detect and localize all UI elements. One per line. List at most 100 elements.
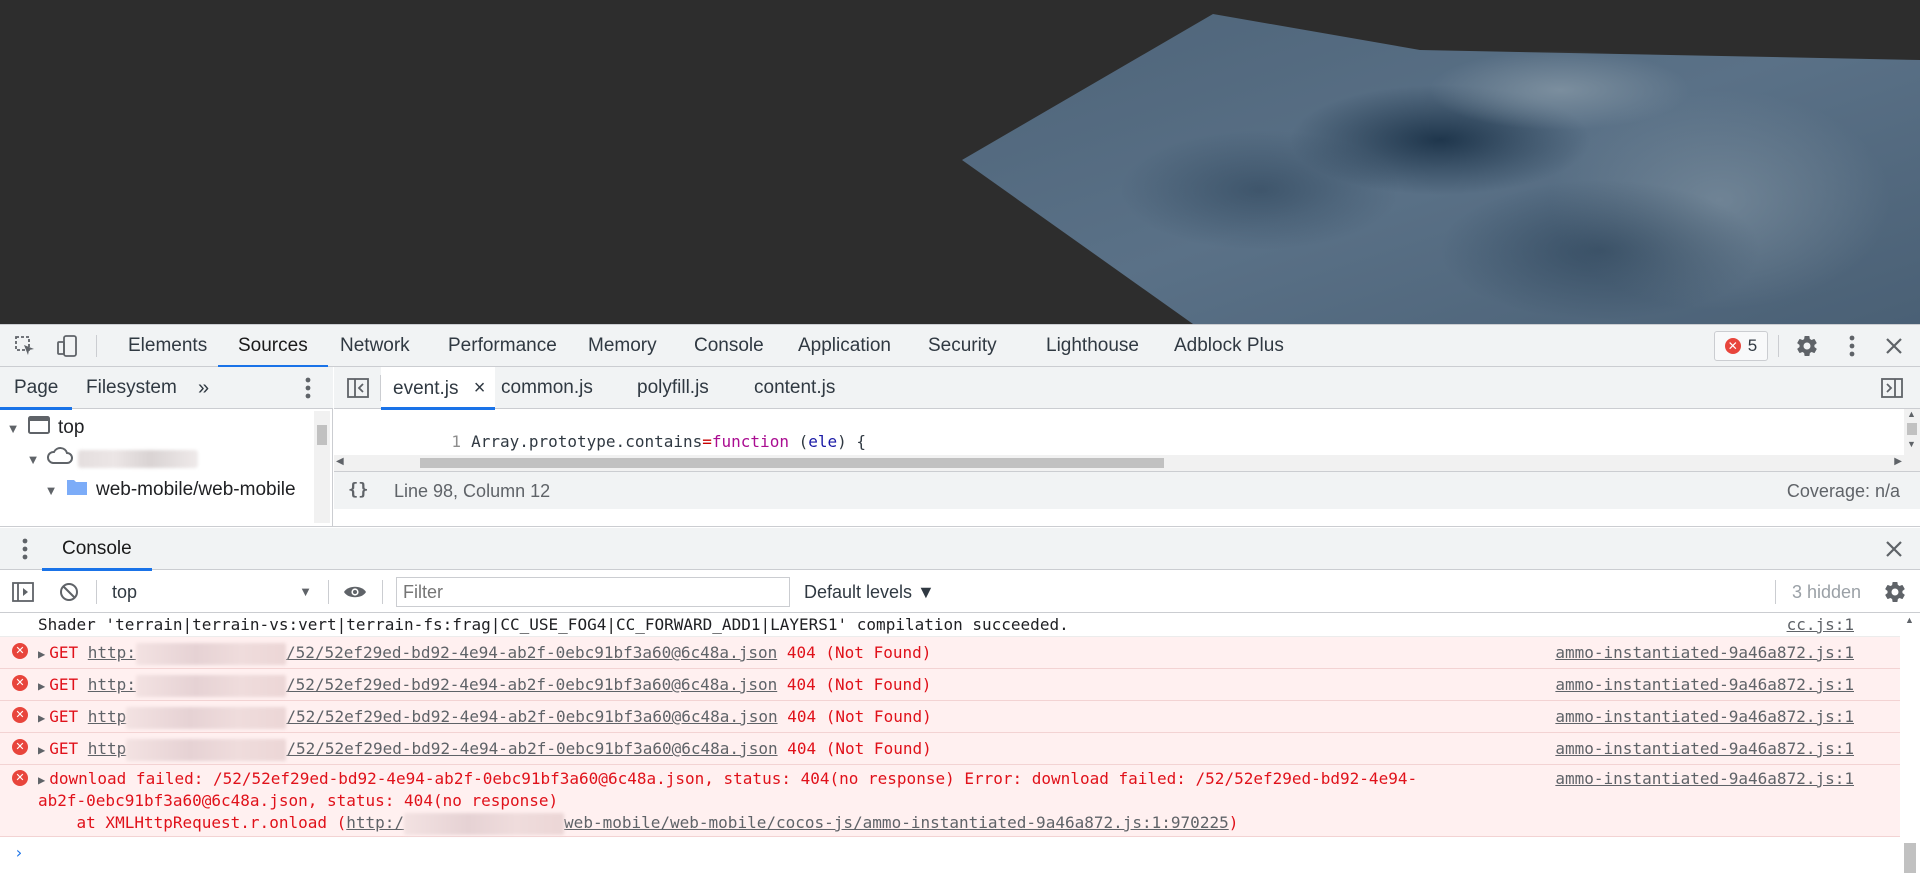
- tab-console[interactable]: Console: [690, 325, 768, 367]
- error-icon: ✕: [12, 675, 28, 691]
- scroll-right-icon[interactable]: ▶: [1894, 456, 1902, 467]
- tab-application[interactable]: Application: [794, 325, 895, 367]
- more-options-icon[interactable]: [1838, 332, 1866, 360]
- scroll-up-icon[interactable]: ▲: [1907, 409, 1916, 419]
- editor-horizontal-scrollbar[interactable]: ◀ ▶: [334, 455, 1904, 471]
- console-messages[interactable]: Shader 'terrain|terrain-vs:vert|terrain-…: [0, 613, 1900, 875]
- message-source-link[interactable]: ammo-instantiated-9a46a872.js:1: [1555, 706, 1854, 728]
- error-icon: ✕: [12, 643, 28, 659]
- file-tab-content-js[interactable]: content.js: [754, 367, 835, 409]
- request-url-link[interactable]: http:/52/52ef29ed-bd92-4e94-ab2f-0ebc91b…: [88, 642, 777, 665]
- expand-triangle-icon[interactable]: ▼: [4, 421, 22, 436]
- error-count-badge[interactable]: ✕ 5: [1714, 331, 1768, 361]
- cursor-position: Line 98, Column 12: [394, 481, 551, 501]
- more-tabs-chevron-icon[interactable]: »: [198, 367, 209, 409]
- console-message-info[interactable]: Shader 'terrain|terrain-vs:vert|terrain-…: [0, 613, 1900, 637]
- error-icon: ✕: [12, 770, 28, 786]
- tab-filesystem[interactable]: Filesystem: [86, 367, 177, 409]
- console-prompt-icon[interactable]: ›: [14, 843, 24, 862]
- request-url-link[interactable]: http/52/52ef29ed-bd92-4e94-ab2f-0ebc91bf…: [88, 738, 778, 761]
- code-editor[interactable]: 1 Array.prototype.contains=function (ele)…: [334, 409, 1920, 455]
- navigator-pane: Page Filesystem » ▼ top ▼ ▼ web-mobile/w…: [0, 367, 333, 527]
- tree-item-domain[interactable]: ▼: [24, 444, 198, 474]
- tab-sources[interactable]: Sources: [218, 325, 328, 368]
- console-message-error[interactable]: ✕ ▶ GET http:/52/52ef29ed-bd92-4e94-ab2f-…: [0, 637, 1900, 669]
- console-message-error[interactable]: ✕ ▶ GET http:/52/52ef29ed-bd92-4e94-ab2f-…: [0, 669, 1900, 701]
- close-devtools-icon[interactable]: [1880, 332, 1908, 360]
- expand-triangle-icon[interactable]: ▶: [38, 679, 45, 693]
- tree-item-top[interactable]: ▼ top: [4, 413, 84, 443]
- tree-item-folder[interactable]: ▼ web-mobile/web-mobile: [42, 475, 296, 505]
- code-line[interactable]: 1 Array.prototype.contains=function (ele)…: [334, 409, 866, 451]
- tab-elements[interactable]: Elements: [124, 325, 211, 367]
- clear-console-icon[interactable]: [55, 578, 83, 606]
- editor-vertical-scrollbar[interactable]: ▲ ▼: [1904, 409, 1920, 471]
- tab-adblock-plus[interactable]: Adblock Plus: [1170, 325, 1288, 367]
- drawer-tab-console[interactable]: Console: [42, 528, 152, 571]
- expand-triangle-icon[interactable]: ▶: [38, 711, 45, 725]
- toolbar-divider: [382, 580, 383, 604]
- file-tab-event-js[interactable]: event.js ×: [381, 367, 496, 410]
- hidden-messages-count[interactable]: 3 hidden: [1792, 571, 1861, 613]
- message-source-link[interactable]: ammo-instantiated-9a46a872.js:1: [1555, 674, 1854, 696]
- navigator-scrollbar[interactable]: [314, 411, 330, 523]
- console-scrollbar[interactable]: ▲: [1900, 613, 1920, 875]
- pretty-print-braces-icon[interactable]: {}: [348, 480, 368, 500]
- console-message-error-stack[interactable]: ✕ ▶ download failed: /52/52ef29ed-bd92-4e…: [0, 765, 1900, 837]
- file-tab-common-js[interactable]: common.js: [501, 367, 593, 409]
- expand-triangle-icon[interactable]: ▶: [38, 773, 45, 787]
- tab-security[interactable]: Security: [924, 325, 1001, 367]
- drawer-header: Console: [0, 528, 1920, 571]
- message-source-link[interactable]: cc.js:1: [1787, 614, 1854, 636]
- console-message-error[interactable]: ✕ ▶ GET http/52/52ef29ed-bd92-4e94-ab2f-0…: [0, 733, 1900, 765]
- show-sidebar-icon[interactable]: [9, 578, 37, 606]
- code-line[interactable]: 2 for (var i=0;i<this.length;i++){: [334, 431, 817, 455]
- expand-triangle-icon[interactable]: ▼: [24, 452, 42, 467]
- game-viewport[interactable]: [0, 0, 1920, 324]
- drawer-menu-icon[interactable]: [11, 535, 39, 563]
- scroll-left-icon[interactable]: ◀: [336, 456, 344, 467]
- close-drawer-icon[interactable]: [1880, 535, 1908, 563]
- coverage-status[interactable]: Coverage: n/a: [1787, 481, 1900, 502]
- stack-trace-link[interactable]: http:/web-mobile/web-mobile/cocos-js/amm…: [346, 812, 1229, 835]
- request-url-link[interactable]: http/52/52ef29ed-bd92-4e94-ab2f-0ebc91bf…: [88, 706, 778, 729]
- expand-triangle-icon[interactable]: ▶: [38, 743, 45, 757]
- message-source-link[interactable]: ammo-instantiated-9a46a872.js:1: [1555, 768, 1854, 790]
- navigator-menu-icon[interactable]: [294, 374, 322, 402]
- toolbar-divider: [96, 335, 97, 357]
- toggle-navigator-icon[interactable]: [344, 374, 372, 402]
- message-text: Shader 'terrain|terrain-vs:vert|terrain-…: [38, 615, 1069, 634]
- scroll-down-icon[interactable]: ▼: [1907, 439, 1916, 449]
- expand-triangle-icon[interactable]: ▼: [42, 483, 60, 498]
- tab-memory[interactable]: Memory: [584, 325, 661, 367]
- folder-icon: [66, 478, 88, 502]
- live-expression-eye-icon[interactable]: [341, 578, 369, 606]
- console-settings-gear-icon[interactable]: [1881, 578, 1909, 606]
- file-tab-polyfill-js[interactable]: polyfill.js: [637, 367, 709, 409]
- tab-network[interactable]: Network: [336, 325, 414, 367]
- file-tab-label: event.js: [393, 378, 459, 399]
- message-source-link[interactable]: ammo-instantiated-9a46a872.js:1: [1555, 642, 1854, 664]
- request-url-link[interactable]: http:/52/52ef29ed-bd92-4e94-ab2f-0ebc91b…: [88, 674, 777, 697]
- scroll-up-icon[interactable]: ▲: [1905, 615, 1914, 625]
- console-filter-input[interactable]: [396, 577, 790, 607]
- tab-lighthouse[interactable]: Lighthouse: [1042, 325, 1143, 367]
- expand-triangle-icon[interactable]: ▶: [38, 647, 45, 661]
- message-source-link[interactable]: ammo-instantiated-9a46a872.js:1: [1555, 738, 1854, 760]
- tab-performance[interactable]: Performance: [444, 325, 561, 367]
- terrain-render: [962, 14, 1920, 324]
- device-toolbar-icon[interactable]: [53, 332, 81, 360]
- context-selector[interactable]: top ▼: [112, 571, 318, 613]
- console-message-error[interactable]: ✕ ▶ GET http/52/52ef29ed-bd92-4e94-ab2f-0…: [0, 701, 1900, 733]
- log-levels-dropdown[interactable]: Default levels ▼: [804, 571, 935, 613]
- inspect-element-icon[interactable]: [11, 332, 39, 360]
- sources-panel: Page Filesystem » ▼ top ▼ ▼ web-mobile/w…: [0, 367, 1920, 527]
- redacted-host: [135, 674, 286, 697]
- close-tab-icon[interactable]: ×: [474, 377, 486, 399]
- error-count: 5: [1747, 336, 1758, 355]
- error-icon: ✕: [1724, 338, 1741, 354]
- settings-gear-icon[interactable]: [1793, 332, 1821, 360]
- toggle-debugger-icon[interactable]: [1878, 374, 1906, 402]
- tab-page[interactable]: Page: [0, 367, 73, 410]
- redacted-domain: [78, 450, 198, 468]
